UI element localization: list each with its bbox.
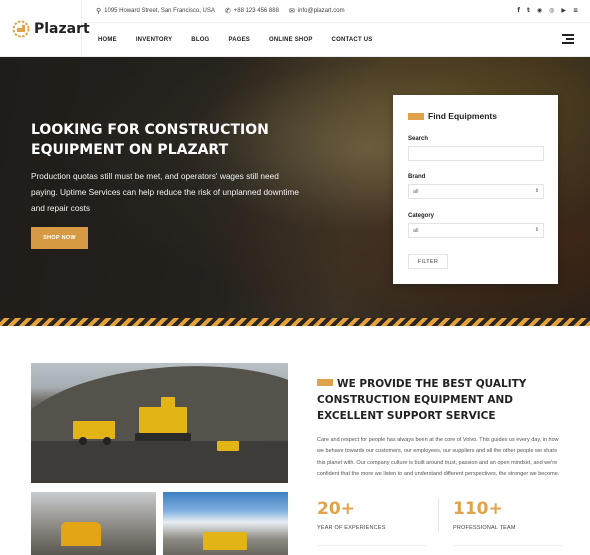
stack-icon[interactable]: ≡ [573, 7, 578, 14]
email-text: info@plazart.com [297, 8, 345, 14]
search-input[interactable] [408, 146, 544, 161]
topbar: ⚲ 1095 Howard Street, San Francisco, USA… [82, 0, 590, 23]
nav-online-shop[interactable]: ONLINE SHOP [269, 37, 313, 43]
stat-experience: 20+ YEAR OF EXPERIENCES [317, 499, 386, 531]
about-title: WE PROVIDE THE BEST QUALITY CONSTRUCTION… [317, 378, 527, 422]
brand-select-value: all [413, 188, 419, 195]
logo[interactable]: Plazart [0, 0, 90, 57]
excavator-photo [31, 492, 156, 555]
phone-icon: ✆ [224, 8, 231, 15]
github-icon[interactable]: ◉ [537, 7, 542, 14]
location-pin-icon: ⚲ [96, 8, 102, 15]
phone-item[interactable]: ✆ +88 123 456 888 [225, 7, 279, 15]
about-text: Care and respect for people has always b… [317, 437, 560, 478]
hazard-stripe [0, 318, 590, 326]
mining-trucks-photo [31, 363, 288, 483]
phone-text: +88 123 456 888 [233, 8, 279, 14]
filter-button[interactable]: FILTER [408, 254, 448, 269]
social-links: f t ◉ ◎ ▶ ≡ [517, 7, 578, 14]
stat-value: 20+ [317, 499, 355, 519]
nav-pages[interactable]: PAGES [228, 37, 250, 43]
shop-now-button[interactable]: SHOP NOW [31, 227, 88, 249]
stat-label: YEAR OF EXPERIENCES [317, 525, 386, 531]
nav-home[interactable]: HOME [98, 37, 117, 43]
address-text: 1095 Howard Street, San Francisco, USA [104, 8, 215, 14]
twitter-icon[interactable]: t [527, 7, 530, 14]
search-label: Search [408, 136, 429, 142]
stat-value: 110+ [453, 499, 503, 519]
find-equipments-panel: Find Equipments Search Brand all ⇕ Categ… [393, 95, 558, 284]
excavator-logo-icon [12, 20, 30, 38]
nav-inventory[interactable]: INVENTORY [136, 37, 172, 43]
select-arrows-icon: ⇕ [534, 188, 539, 194]
facebook-icon[interactable]: f [517, 7, 520, 14]
stat-divider [438, 498, 439, 532]
mail-icon: ✉ [288, 8, 295, 15]
stat-label: PROFESSIONAL TEAM [453, 525, 516, 531]
brand-select[interactable]: all ⇕ [408, 184, 544, 199]
address-item: ⚲ 1095 Howard Street, San Francisco, USA [96, 7, 215, 15]
category-select[interactable]: all ⇕ [408, 223, 544, 238]
email-item[interactable]: ✉ info@plazart.com [289, 7, 345, 15]
site-header: Plazart ⚲ 1095 Howard Street, San Franci… [0, 0, 590, 57]
nav-contact-us[interactable]: CONTACT US [332, 37, 373, 43]
main-nav: HOME INVENTORY BLOG PAGES ONLINE SHOP CO… [82, 23, 391, 57]
youtube-icon[interactable]: ▶ [561, 7, 566, 14]
hero-title: LOOKING FOR CONSTRUCTION EQUIPMENT ON PL… [31, 122, 269, 158]
nav-blog[interactable]: BLOG [191, 37, 209, 43]
hero-text: Production quotas still must be met, and… [31, 171, 299, 213]
dump-truck-photo [163, 492, 288, 555]
finder-title: Find Equipments [408, 111, 497, 121]
instagram-icon[interactable]: ◎ [549, 7, 554, 14]
stat-team: 110+ PROFESSIONAL TEAM [453, 499, 516, 531]
select-arrows-icon: ⇕ [534, 227, 539, 233]
menu-icon[interactable] [562, 34, 574, 46]
category-select-value: all [413, 227, 419, 234]
category-label: Category [408, 213, 435, 219]
brand-label: Brand [408, 174, 426, 180]
